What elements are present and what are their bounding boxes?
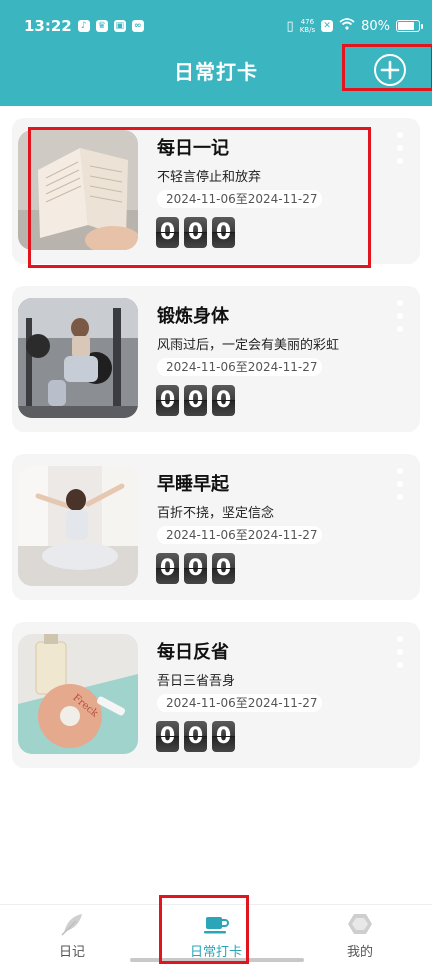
counter-digit: 0 [212, 721, 235, 752]
app-notification-icon: ▣ [113, 20, 126, 32]
counter-digit: 0 [184, 385, 207, 416]
habit-motto: 吾日三省吾身 [157, 674, 236, 689]
sim-icon: ✕ [321, 20, 334, 32]
feather-icon [61, 914, 82, 936]
habit-card[interactable]: 锻炼身体 风雨过后，一定会有美丽的彩虹 2024-11-06至2024-11-2… [12, 286, 420, 432]
more-vertical-icon[interactable] [395, 468, 405, 500]
tab-mine[interactable]: 我的 [324, 905, 396, 964]
counter-digit: 0 [184, 553, 207, 584]
counter-digit: 0 [156, 385, 179, 416]
habit-motto: 百折不挠，坚定信念 [157, 506, 275, 521]
wifi-icon [339, 18, 355, 34]
date-range: 2024-11-06至2024-11-27 [157, 358, 322, 376]
habit-image-gym [18, 298, 138, 418]
day-counter: 0 0 0 [156, 385, 235, 416]
counter-digit: 0 [156, 721, 179, 752]
habit-title: 锻炼身体 [157, 306, 229, 327]
date-range: 2024-11-06至2024-11-27 [157, 526, 322, 544]
habit-title: 早睡早起 [157, 474, 229, 495]
battery-icon [396, 20, 423, 32]
crown-notification-icon: ♛ [95, 20, 108, 32]
more-vertical-icon[interactable] [395, 132, 405, 164]
tiktok-notification-icon: ♪ [77, 20, 90, 32]
status-time: 13:22 [24, 17, 72, 35]
counter-digit: 0 [212, 553, 235, 584]
habit-image-perfume: Freck [18, 634, 138, 754]
habit-card[interactable]: 早睡早起 百折不挠，坚定信念 2024-11-06至2024-11-27 0 0… [12, 454, 420, 600]
more-vertical-icon[interactable] [395, 636, 405, 668]
counter-digit: 0 [156, 553, 179, 584]
battery-percent: 80% [361, 18, 390, 34]
tab-label: 日记 [58, 945, 85, 960]
habit-image-morning [18, 466, 138, 586]
net-speed: 476 KB/s [299, 18, 316, 34]
tab-label: 我的 [346, 945, 373, 960]
counter-digit: 0 [184, 721, 207, 752]
highlight-box-add [342, 44, 432, 91]
highlight-box-tab [159, 895, 249, 964]
date-range: 2024-11-06至2024-11-27 [157, 694, 322, 712]
tab-diary[interactable]: 日记 [36, 905, 108, 964]
habit-motto: 风雨过后，一定会有美丽的彩虹 [157, 338, 340, 353]
more-vertical-icon[interactable] [395, 300, 405, 332]
counter-digit: 0 [212, 385, 235, 416]
habit-title: 每日反省 [157, 642, 229, 663]
habit-card[interactable]: Freck 每日反省 吾日三省吾身 2024-11-06至2024-11-27 … [12, 622, 420, 768]
vibrate-icon: ▯ [286, 18, 294, 34]
link-notification-icon: ∞ [131, 20, 144, 32]
day-counter: 0 0 0 [156, 721, 235, 752]
hexagon-icon [348, 914, 372, 934]
highlight-box-card [28, 127, 371, 268]
day-counter: 0 0 0 [156, 553, 235, 584]
